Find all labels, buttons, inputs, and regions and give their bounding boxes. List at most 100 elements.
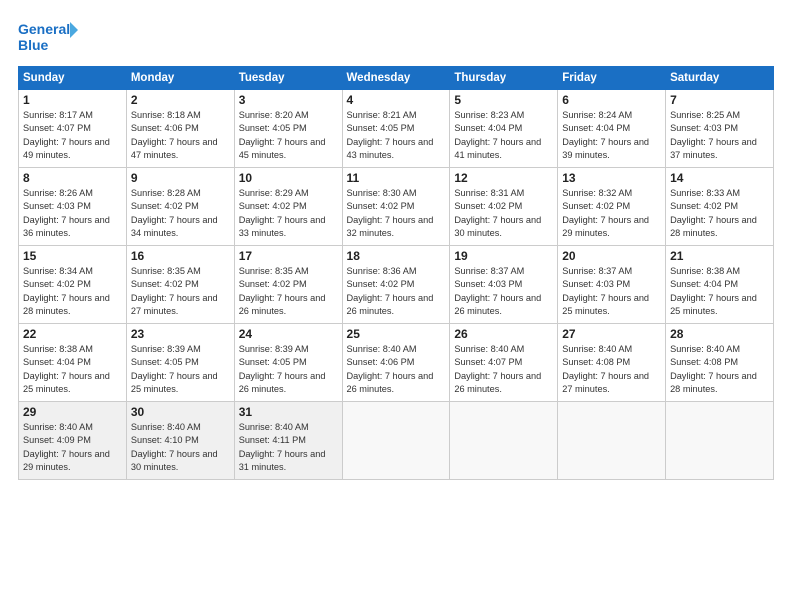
day-number: 30 [131,405,230,419]
day-number: 7 [670,93,769,107]
day-number: 3 [239,93,338,107]
day-info: Sunrise: 8:40 AMSunset: 4:08 PMDaylight:… [562,343,661,396]
calendar-cell: 24 Sunrise: 8:39 AMSunset: 4:05 PMDayligh… [234,324,342,402]
day-number: 17 [239,249,338,263]
calendar-table: SundayMondayTuesdayWednesdayThursdayFrid… [18,66,774,480]
calendar-cell: 21 Sunrise: 8:38 AMSunset: 4:04 PMDayligh… [666,246,774,324]
calendar-cell: 11Sunrise: 8:30 AMSunset: 4:02 PMDayligh… [342,168,450,246]
day-info: Sunrise: 8:39 AMSunset: 4:05 PMDaylight:… [131,343,230,396]
calendar-cell: 19 Sunrise: 8:37 AMSunset: 4:03 PMDayligh… [450,246,558,324]
logo-svg: General Blue [18,18,78,56]
day-number: 24 [239,327,338,341]
day-info: Sunrise: 8:34 AMSunset: 4:02 PMDaylight:… [23,265,122,318]
day-info: Sunrise: 8:35 AMSunset: 4:02 PMDaylight:… [239,265,338,318]
day-info: Sunrise: 8:40 AMSunset: 4:11 PMDaylight:… [239,421,338,474]
day-info: Sunrise: 8:28 AMSunset: 4:02 PMDaylight:… [131,187,230,240]
day-number: 23 [131,327,230,341]
day-info: Sunrise: 8:39 AMSunset: 4:05 PMDaylight:… [239,343,338,396]
calendar-cell: 12Sunrise: 8:31 AMSunset: 4:02 PMDayligh… [450,168,558,246]
svg-text:Blue: Blue [18,37,49,53]
day-number: 4 [347,93,446,107]
calendar-cell: 29Sunrise: 8:40 AMSunset: 4:09 PMDayligh… [19,402,127,480]
day-number: 5 [454,93,553,107]
day-number: 9 [131,171,230,185]
calendar-cell: 15Sunrise: 8:34 AMSunset: 4:02 PMDayligh… [19,246,127,324]
calendar-cell: 10 Sunrise: 8:29 AMSunset: 4:02 PMDayligh… [234,168,342,246]
day-info: Sunrise: 8:29 AMSunset: 4:02 PMDaylight:… [239,187,338,240]
weekday-header-cell: Saturday [666,67,774,90]
calendar-week-row: 15Sunrise: 8:34 AMSunset: 4:02 PMDayligh… [19,246,774,324]
weekday-header-cell: Wednesday [342,67,450,90]
day-info: Sunrise: 8:35 AMSunset: 4:02 PMDaylight:… [131,265,230,318]
day-info: Sunrise: 8:37 AMSunset: 4:03 PMDaylight:… [454,265,553,318]
day-number: 31 [239,405,338,419]
calendar-week-row: 29Sunrise: 8:40 AMSunset: 4:09 PMDayligh… [19,402,774,480]
day-info: Sunrise: 8:33 AMSunset: 4:02 PMDaylight:… [670,187,769,240]
day-info: Sunrise: 8:23 AMSunset: 4:04 PMDaylight:… [454,109,553,162]
calendar-cell [450,402,558,480]
day-info: Sunrise: 8:40 AMSunset: 4:07 PMDaylight:… [454,343,553,396]
calendar-week-row: 1Sunrise: 8:17 AMSunset: 4:07 PMDaylight… [19,90,774,168]
weekday-header-cell: Tuesday [234,67,342,90]
day-info: Sunrise: 8:25 AMSunset: 4:03 PMDaylight:… [670,109,769,162]
day-number: 21 [670,249,769,263]
calendar-cell: 1Sunrise: 8:17 AMSunset: 4:07 PMDaylight… [19,90,127,168]
calendar-cell: 3 Sunrise: 8:20 AMSunset: 4:05 PMDaylight… [234,90,342,168]
day-info: Sunrise: 8:20 AMSunset: 4:05 PMDaylight:… [239,109,338,162]
day-number: 6 [562,93,661,107]
day-info: Sunrise: 8:24 AMSunset: 4:04 PMDaylight:… [562,109,661,162]
day-info: Sunrise: 8:38 AMSunset: 4:04 PMDaylight:… [670,265,769,318]
weekday-header-row: SundayMondayTuesdayWednesdayThursdayFrid… [19,67,774,90]
calendar-cell: 7 Sunrise: 8:25 AMSunset: 4:03 PMDaylight… [666,90,774,168]
header: General Blue [18,18,774,56]
weekday-header-cell: Monday [126,67,234,90]
calendar-cell: 9 Sunrise: 8:28 AMSunset: 4:02 PMDaylight… [126,168,234,246]
calendar-cell: 23 Sunrise: 8:39 AMSunset: 4:05 PMDayligh… [126,324,234,402]
day-number: 20 [562,249,661,263]
calendar-cell [342,402,450,480]
day-number: 26 [454,327,553,341]
calendar-cell: 27Sunrise: 8:40 AMSunset: 4:08 PMDayligh… [558,324,666,402]
calendar-cell: 20Sunrise: 8:37 AMSunset: 4:03 PMDayligh… [558,246,666,324]
day-info: Sunrise: 8:18 AMSunset: 4:06 PMDaylight:… [131,109,230,162]
weekday-header-cell: Friday [558,67,666,90]
day-info: Sunrise: 8:26 AMSunset: 4:03 PMDaylight:… [23,187,122,240]
day-number: 2 [131,93,230,107]
day-number: 11 [347,171,446,185]
logo: General Blue [18,18,78,56]
calendar-cell: 5 Sunrise: 8:23 AMSunset: 4:04 PMDaylight… [450,90,558,168]
calendar-week-row: 8Sunrise: 8:26 AMSunset: 4:03 PMDaylight… [19,168,774,246]
calendar-page: General Blue SundayMondayTuesdayWednesda… [0,0,792,612]
day-number: 14 [670,171,769,185]
weekday-header-cell: Thursday [450,67,558,90]
day-info: Sunrise: 8:40 AMSunset: 4:10 PMDaylight:… [131,421,230,474]
calendar-cell: 25 Sunrise: 8:40 AMSunset: 4:06 PMDayligh… [342,324,450,402]
day-number: 1 [23,93,122,107]
day-number: 18 [347,249,446,263]
calendar-cell [558,402,666,480]
day-info: Sunrise: 8:32 AMSunset: 4:02 PMDaylight:… [562,187,661,240]
day-info: Sunrise: 8:40 AMSunset: 4:09 PMDaylight:… [23,421,122,474]
day-number: 16 [131,249,230,263]
calendar-cell: 30 Sunrise: 8:40 AMSunset: 4:10 PMDayligh… [126,402,234,480]
calendar-cell: 2 Sunrise: 8:18 AMSunset: 4:06 PMDaylight… [126,90,234,168]
day-number: 19 [454,249,553,263]
calendar-cell: 6 Sunrise: 8:24 AMSunset: 4:04 PMDaylight… [558,90,666,168]
calendar-body: 1Sunrise: 8:17 AMSunset: 4:07 PMDaylight… [19,90,774,480]
day-info: Sunrise: 8:38 AMSunset: 4:04 PMDaylight:… [23,343,122,396]
svg-text:General: General [18,21,70,37]
calendar-cell: 31 Sunrise: 8:40 AMSunset: 4:11 PMDayligh… [234,402,342,480]
calendar-cell: 22Sunrise: 8:38 AMSunset: 4:04 PMDayligh… [19,324,127,402]
day-number: 13 [562,171,661,185]
calendar-cell: 13 Sunrise: 8:32 AMSunset: 4:02 PMDayligh… [558,168,666,246]
calendar-cell [666,402,774,480]
day-info: Sunrise: 8:36 AMSunset: 4:02 PMDaylight:… [347,265,446,318]
calendar-cell: 28Sunrise: 8:40 AMSunset: 4:08 PMDayligh… [666,324,774,402]
calendar-week-row: 22Sunrise: 8:38 AMSunset: 4:04 PMDayligh… [19,324,774,402]
day-info: Sunrise: 8:40 AMSunset: 4:08 PMDaylight:… [670,343,769,396]
day-number: 10 [239,171,338,185]
calendar-cell: 26 Sunrise: 8:40 AMSunset: 4:07 PMDayligh… [450,324,558,402]
day-number: 25 [347,327,446,341]
day-info: Sunrise: 8:40 AMSunset: 4:06 PMDaylight:… [347,343,446,396]
day-number: 12 [454,171,553,185]
